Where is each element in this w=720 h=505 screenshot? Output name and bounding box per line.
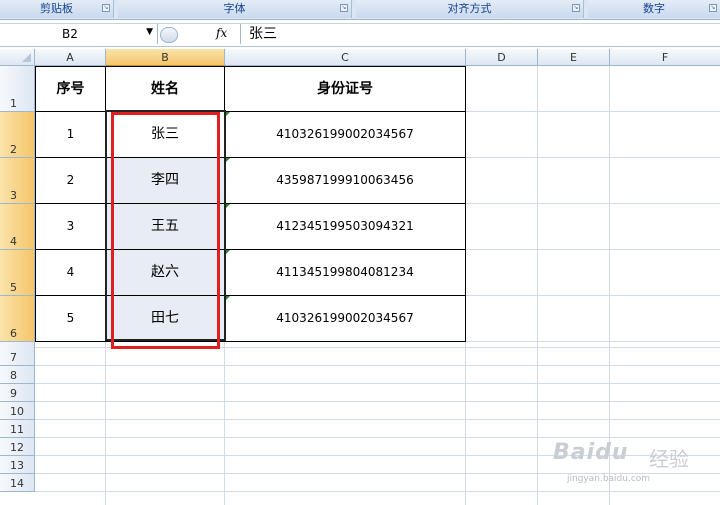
column-header-e[interactable]: E — [538, 49, 610, 66]
grid-line — [224, 342, 225, 505]
row-header-4[interactable]: 4 — [0, 204, 35, 250]
row-header-1[interactable]: 1 — [0, 66, 35, 112]
chevron-down-icon[interactable]: ▼ — [146, 27, 153, 37]
row-header-10[interactable]: 10 — [0, 402, 35, 420]
ribbon-group-label: 剪贴板 — [40, 2, 73, 15]
name-box[interactable]: B2 ▼ — [0, 24, 158, 44]
table-header-cell[interactable]: 身份证号 — [225, 66, 466, 112]
insert-function-icon[interactable]: fx — [216, 26, 227, 40]
table-cell[interactable]: 2 — [35, 158, 106, 204]
formula-input[interactable]: 张三 — [240, 24, 720, 44]
table-cell-active[interactable]: 张三 — [106, 112, 225, 158]
row-header-11[interactable]: 11 — [0, 420, 35, 438]
table-cell[interactable]: 赵六 — [106, 250, 225, 296]
error-indicator-icon[interactable] — [225, 112, 230, 117]
row-header-13[interactable]: 13 — [0, 456, 35, 474]
table-cell[interactable]: 410326199002034567 — [225, 112, 466, 158]
name-box-value: B2 — [62, 27, 78, 41]
ribbon-group-label: 对齐方式 — [447, 2, 492, 15]
grid-line — [105, 342, 106, 505]
row-header-3[interactable]: 3 — [0, 158, 35, 204]
column-header-a[interactable]: A — [35, 49, 106, 66]
column-header-f[interactable]: F — [610, 49, 720, 66]
empty-grid-rows — [35, 342, 720, 505]
ribbon-group-number[interactable]: 数字 ↘ — [588, 0, 720, 18]
row-header-5[interactable]: 5 — [0, 250, 35, 296]
spreadsheet-grid: A B C D E F 1 2 3 4 5 6 7 8 9 10 11 12 1… — [0, 49, 720, 505]
table-cell[interactable]: 411345199804081234 — [225, 250, 466, 296]
table-cell[interactable]: 435987199910063456 — [225, 158, 466, 204]
select-all-button[interactable] — [0, 49, 35, 66]
error-indicator-icon[interactable] — [225, 250, 230, 255]
dialog-launcher-icon[interactable]: ↘ — [340, 4, 348, 12]
ribbon-group-label: 数字 — [643, 2, 665, 15]
dialog-launcher-icon[interactable]: ↘ — [572, 4, 580, 12]
error-indicator-icon[interactable] — [225, 158, 230, 163]
table-cell[interactable]: 3 — [35, 204, 106, 250]
table-cell[interactable]: 1 — [35, 112, 106, 158]
row-header-9[interactable]: 9 — [0, 384, 35, 402]
table-cell[interactable]: 412345199503094321 — [225, 204, 466, 250]
table-cell[interactable]: 田七 — [106, 296, 225, 342]
table-cell[interactable]: 王五 — [106, 204, 225, 250]
column-header-d[interactable]: D — [466, 49, 538, 66]
table-cell[interactable]: 李四 — [106, 158, 225, 204]
table-cell[interactable]: 5 — [35, 296, 106, 342]
ribbon-group-alignment[interactable]: 对齐方式 ↘ — [356, 0, 584, 18]
table-header-cell[interactable]: 姓名 — [106, 66, 225, 112]
error-indicator-icon[interactable] — [225, 204, 230, 209]
dialog-launcher-icon[interactable]: ↘ — [709, 4, 717, 12]
row-header-7[interactable]: 7 — [0, 342, 35, 366]
column-header-b[interactable]: B — [106, 49, 225, 66]
ribbon-group-clipboard[interactable]: 剪贴板 ↘ — [0, 0, 114, 18]
row-header-12[interactable]: 12 — [0, 438, 35, 456]
ribbon-group-font[interactable]: 字体 ↘ — [118, 0, 352, 18]
dialog-launcher-icon[interactable]: ↘ — [102, 4, 110, 12]
formula-bar-resize-handle[interactable] — [160, 27, 178, 43]
table-header-cell[interactable]: 序号 — [35, 66, 106, 112]
table-cell[interactable]: 4 — [35, 250, 106, 296]
column-header-c[interactable]: C — [225, 49, 466, 66]
error-indicator-icon[interactable] — [225, 296, 230, 301]
row-header-14[interactable]: 14 — [0, 474, 35, 492]
table-cell[interactable]: 410326199002034567 — [225, 296, 466, 342]
empty-grid-rows-upper — [466, 66, 720, 342]
row-header-2[interactable]: 2 — [0, 112, 35, 158]
ribbon-group-bar: 剪贴板 ↘ 字体 ↘ 对齐方式 ↘ 数字 ↘ — [0, 0, 720, 20]
row-header-8[interactable]: 8 — [0, 366, 35, 384]
formula-bar: B2 ▼ fx 张三 — [0, 23, 720, 47]
ribbon-group-label: 字体 — [223, 2, 246, 15]
row-header-6[interactable]: 6 — [0, 296, 35, 342]
